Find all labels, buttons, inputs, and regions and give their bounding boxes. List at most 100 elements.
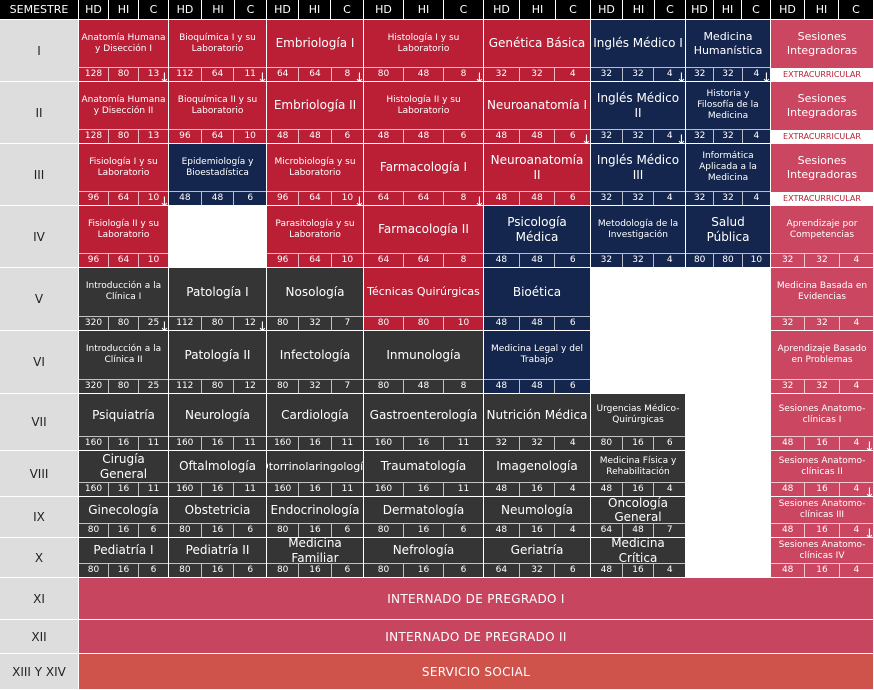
- hours-row: 80 16 6: [169, 523, 266, 537]
- hi-value: 16: [108, 483, 138, 496]
- hd-value: 96: [87, 193, 100, 203]
- course-cell[interactable]: Endocrinología 80 16 6: [267, 497, 364, 538]
- course-cell[interactable]: Medicina Humanística 32 32 4: [686, 20, 771, 82]
- course-cell[interactable]: Farmacología I 64 64 8: [364, 144, 484, 206]
- course-cell[interactable]: Pediatría I 80 16 6: [79, 538, 169, 578]
- c-value: 10: [741, 254, 770, 267]
- course-cell[interactable]: Medicina Basada en Evidencias 32 32 4: [771, 268, 874, 331]
- course-cell[interactable]: Geriatría 64 32 6: [484, 538, 591, 578]
- course-cell[interactable]: Aprendizaje Basado en Problemas 32 32 4: [771, 331, 874, 394]
- course-cell[interactable]: Psiquiatría 160 16 11: [79, 394, 169, 451]
- wide-row-1[interactable]: INTERNADO DE PREGRADO II: [79, 620, 874, 654]
- course-cell[interactable]: Medicina Física y Rehabilitación 48 16 4: [591, 451, 686, 497]
- course-cell[interactable]: Anatomía Humana y Disección II 128 80 13: [79, 82, 169, 144]
- course-cell[interactable]: Sesiones Integradoras EXTRACURRICULAR: [771, 144, 874, 206]
- course-cell[interactable]: Embriología II 48 48 6: [267, 82, 364, 144]
- course-cell[interactable]: Introducción a la Clínica II 320 80 25: [79, 331, 169, 394]
- course-cell[interactable]: Sesiones Anatomo-clínicas IV 48 16 4: [771, 538, 874, 578]
- hd-value: 96: [276, 255, 289, 265]
- course-cell[interactable]: Oftalmología 160 16 11: [169, 451, 267, 497]
- course-cell[interactable]: Obstetricia 80 16 6: [169, 497, 267, 538]
- course-cell[interactable]: Medicina Familiar 80 16 6: [267, 538, 364, 578]
- course-cell[interactable]: Patología II 112 80 12: [169, 331, 267, 394]
- course-cell[interactable]: Anatomía Humana y Disección I 128 80 13: [79, 20, 169, 82]
- course-cell[interactable]: Inmunología 80 48 8: [364, 331, 484, 394]
- course-cell[interactable]: Embriología I 64 64 8: [267, 20, 364, 82]
- course-cell[interactable]: Nosología 80 32 7: [267, 268, 364, 331]
- course-cell[interactable]: Patología I 112 80 12: [169, 268, 267, 331]
- course-cell[interactable]: Fisiología II y su Laboratorio 96 64 10: [79, 206, 169, 268]
- course-cell[interactable]: Sesiones Anatomo-clínicas I 48 16 4: [771, 394, 874, 451]
- c-value: 11: [233, 437, 266, 450]
- course-cell[interactable]: Histología II y su Laboratorio 48 48 6: [364, 82, 484, 144]
- course-cell[interactable]: Otorrinolaringología 160 1611: [267, 451, 364, 497]
- course-cell[interactable]: Neuroanatomía II 48 48 6: [484, 144, 591, 206]
- course-cell[interactable]: Histología I y su Laboratorio 80 48 8: [364, 20, 484, 82]
- course-cell[interactable]: Psicología Médica 48 48 6: [484, 206, 591, 268]
- column-header-hd: HD: [484, 0, 520, 20]
- c-value: 4: [741, 130, 770, 143]
- course-cell[interactable]: Oncología General 64 48 7: [591, 497, 686, 538]
- hi-value: 64: [298, 192, 330, 205]
- course-cell[interactable]: Nefrología 80 16 6: [364, 538, 484, 578]
- course-cell[interactable]: Salud Pública 80 80 10: [686, 206, 771, 268]
- course-cell[interactable]: Inglés Médico III 32 32 4: [591, 144, 686, 206]
- course-cell[interactable]: Sesiones Anatomo-clínicas III 48 16 4: [771, 497, 874, 538]
- course-cell[interactable]: Farmacología II 64 64 8: [364, 206, 484, 268]
- column-header-c: C: [839, 0, 874, 20]
- hi-value: 64: [200, 130, 234, 143]
- course-name: Informática Aplicada a la Medicina: [699, 151, 757, 183]
- course-cell[interactable]: Cardiología 160 16 11: [267, 394, 364, 451]
- course-cell[interactable]: Aprendizaje por Competencias 32 32 4: [771, 206, 874, 268]
- hours-row: 80 80 10: [364, 316, 483, 330]
- course-cell[interactable]: Inglés Médico II 32 32 4: [591, 82, 686, 144]
- course-name: Oncología General: [608, 497, 668, 524]
- hi-value: 80: [200, 380, 234, 393]
- column-header-hi: HI: [404, 0, 444, 20]
- c-value: 12: [233, 380, 266, 393]
- course-cell[interactable]: Neurología 160 16 11: [169, 394, 267, 451]
- hours-row: 48 48 6: [364, 129, 483, 143]
- course-cell[interactable]: Pediatría II 80 16 6: [169, 538, 267, 578]
- course-cell[interactable]: Inglés Médico I 32 32 4: [591, 20, 686, 82]
- course-cell[interactable]: Neuroanatomía I 48 48 6: [484, 82, 591, 144]
- course-cell[interactable]: Medicina Legal y del Trabajo 48 48 6: [484, 331, 591, 394]
- c-value: 11: [443, 483, 483, 496]
- course-cell[interactable]: Técnicas Quirúrgicas 80 80 10: [364, 268, 484, 331]
- course-cell[interactable]: Bioquímica II y su Laboratorio 96 64 10: [169, 82, 267, 144]
- course-cell[interactable]: Genética Básica 32 32 4: [484, 20, 591, 82]
- course-cell[interactable]: Nutrición Médica 32 32 4: [484, 394, 591, 451]
- course-cell[interactable]: Traumatología 160 16 11: [364, 451, 484, 497]
- course-cell[interactable]: Neumología 48 16 4: [484, 497, 591, 538]
- course-cell[interactable]: Metodología de la Investigación 32 32 4: [591, 206, 686, 268]
- course-cell[interactable]: Cirugía General 160 16 11: [79, 451, 169, 497]
- course-cell[interactable]: Informática Aplicada a la Medicina 32 32 4: [686, 144, 771, 206]
- course-cell[interactable]: Urgencias Médico-Quirúrgicas 80 16 6: [591, 394, 686, 451]
- course-cell[interactable]: Gastroenterología 160 16 11: [364, 394, 484, 451]
- hours-row: 80 16 6: [169, 563, 266, 577]
- course-cell[interactable]: Sesiones Integradoras EXTRACURRICULAR: [771, 20, 874, 82]
- course-cell[interactable]: Medicina Crítica 48 16 4: [591, 538, 686, 578]
- course-cell[interactable]: Ginecología 80 16 6: [79, 497, 169, 538]
- course-cell[interactable]: Infectología 80 32 7: [267, 331, 364, 394]
- hours-row: 96 64 10: [79, 191, 168, 205]
- wide-row-2[interactable]: SERVICIO SOCIAL: [79, 654, 874, 690]
- course-cell[interactable]: Sesiones Integradoras EXTRACURRICULAR: [771, 82, 874, 144]
- course-cell[interactable]: Parasitología y su Laboratorio 96 64 10: [267, 206, 364, 268]
- course-cell[interactable]: Epidemiología y Bioestadística 48 48 6: [169, 144, 267, 206]
- course-cell[interactable]: Introducción a la Clínica I 320 80 25: [79, 268, 169, 331]
- hours-row: 96 64 10: [267, 191, 363, 205]
- semester-label: XII: [0, 620, 79, 654]
- course-cell[interactable]: Microbiología y su Laboratorio 96 64 10: [267, 144, 364, 206]
- course-cell[interactable]: Historia y Filosofía de la Medicina 32 32 4: [686, 82, 771, 144]
- course-cell[interactable]: Bioética 48 48 6: [484, 268, 591, 331]
- hi-value: 32: [713, 68, 741, 81]
- course-cell[interactable]: Imagenología 48 16 4: [484, 451, 591, 497]
- wide-row-0[interactable]: INTERNADO DE PREGRADO I: [79, 578, 874, 620]
- hi-value: 16: [804, 524, 838, 537]
- course-cell[interactable]: Bioquímica I y su Laboratorio 112 64 11: [169, 20, 267, 82]
- hours-row: 96 64 10: [79, 253, 168, 267]
- course-cell[interactable]: Fisiología I y su Laboratorio 96 64 10: [79, 144, 169, 206]
- course-cell[interactable]: Sesiones Anatomo-clínicas II 48 16 4: [771, 451, 874, 497]
- course-cell[interactable]: Dermatología 80 16 6: [364, 497, 484, 538]
